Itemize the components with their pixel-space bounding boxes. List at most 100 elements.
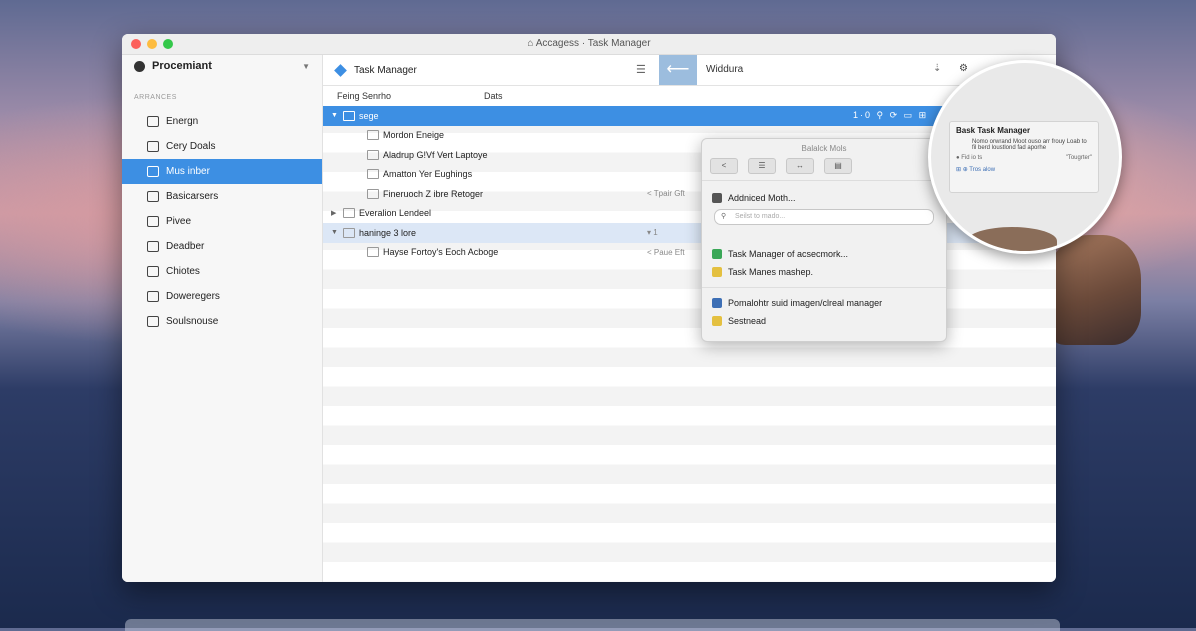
sidebar-item-label: Deadber	[166, 241, 205, 252]
sidebar-item[interactable]: Basicarsers	[122, 184, 322, 209]
popover-menu-item[interactable]: Pomalohtr suid imagen/clreal manager	[702, 294, 946, 312]
row-meta: ▾ 1	[647, 228, 658, 238]
popover-title: Balalck Mols	[801, 144, 847, 153]
popover-tool-button[interactable]: ☰	[748, 158, 776, 174]
popover-search-input[interactable]: ⚲ Seilst to mado...	[714, 209, 934, 225]
disclosure-triangle-icon[interactable]: ▶	[331, 209, 336, 217]
sidebar-item-label: Cery Doals	[166, 141, 216, 152]
sidebar-header-label: Procemiant	[152, 60, 212, 72]
search-icon: ⚲	[721, 213, 727, 220]
note-icon	[712, 267, 722, 277]
column-date[interactable]: Dats	[484, 91, 503, 101]
popover-tool-button[interactable]: ↔	[786, 158, 814, 174]
item-icon	[343, 110, 355, 121]
grid-icon	[712, 193, 722, 203]
row-meta: < Tpair Gft	[647, 189, 685, 199]
page-icon	[147, 266, 159, 277]
sidebar-item[interactable]: Soulsnouse	[122, 309, 322, 334]
sidebar-item[interactable]: Chiotes	[122, 259, 322, 284]
doc-icon	[147, 141, 159, 152]
search-field[interactable]: Widdura	[706, 64, 743, 75]
photo-icon	[147, 241, 159, 252]
actions-popover: Balalck Mols < ☰ ↔ ▤ Addniced Moth... ⚲ Sei…	[701, 138, 947, 342]
notification-panel: Bask Task Manager Nomo orwrand Moot ouso…	[949, 121, 1099, 193]
row-label: Mordon Eneige	[383, 130, 445, 141]
sidebar-header[interactable]: Procemiant ▼	[122, 55, 322, 77]
sidebar-item[interactable]: Doweregers	[122, 284, 322, 309]
popover-menu-item-label: Task Manager of acsecmork...	[728, 249, 849, 259]
notification-body: Nomo orwrand Moot ouso arr frouy Loab to…	[972, 139, 1087, 151]
popover-menu-item[interactable]: Task Manes mashep.	[702, 263, 946, 281]
row-label: Aladrup G!Vf Vert Laptoye	[383, 149, 488, 160]
notification-action-right[interactable]: "Tougrter"	[1066, 155, 1092, 161]
row-label: Everalion Lendeel	[359, 208, 432, 219]
sidebar-item-label: Pivee	[166, 216, 192, 227]
notification-action-left[interactable]: ● Fid io ts	[956, 155, 982, 161]
chevron-down-icon[interactable]: ▼	[302, 62, 310, 71]
item-icon	[367, 130, 379, 141]
item-icon	[367, 188, 379, 199]
disclosure-triangle-icon[interactable]: ▼	[331, 112, 338, 119]
popover-menu-item[interactable]: Task Manager of acsecmork...	[702, 245, 946, 263]
divider	[702, 287, 946, 288]
back-arrow-button[interactable]: ⟵	[659, 55, 697, 85]
row-action-icons[interactable]: 1·0 ⚲ ⟳ ▭ ⊞	[853, 110, 928, 121]
grid-icon	[147, 116, 159, 127]
sidebar-item[interactable]: Pivee	[122, 209, 322, 234]
sidebar-item[interactable]: Mus inber	[122, 159, 322, 184]
sidebar: Procemiant ▼ ARRANCES Energn Cery Doals Mu…	[122, 55, 323, 582]
popover-menu-item[interactable]: Sestnead	[702, 312, 946, 330]
magnifier-callout: Bask Task Manager Nomo orwrand Moot ouso…	[928, 60, 1122, 254]
popover-menu-item-label: Sestnead	[728, 316, 767, 326]
row-label: Hayse Fortoy's Eoch Acboge	[383, 247, 499, 258]
popover-toolbar: < ☰ ↔ ▤	[702, 153, 946, 181]
row-label: sege	[359, 110, 379, 121]
popover-menu-item[interactable]: Addniced Moth...	[702, 189, 946, 207]
popover-search-placeholder: Seilst to mado...	[735, 213, 786, 220]
sidebar-item-label: Energn	[166, 116, 199, 127]
sidebar-item[interactable]: Deadber	[122, 234, 322, 259]
item-icon	[367, 149, 379, 160]
app-icon	[134, 60, 145, 72]
popover-menu-item-label: Addniced Moth...	[728, 193, 796, 203]
check-icon	[147, 316, 159, 327]
sidebar-item-label: Soulsnouse	[166, 316, 219, 327]
sidebar-item-label: Doweregers	[166, 291, 220, 302]
sidebar-item-label: Mus inber	[166, 166, 210, 177]
column-name[interactable]: Feing Senrho	[337, 91, 391, 101]
list-icon	[147, 191, 159, 202]
row-label: Fineruoch Z ibre Retoger	[383, 188, 484, 199]
row-label: haninge 3 lore	[359, 227, 417, 238]
toolbar-title: Task Manager	[354, 64, 417, 76]
list-view-icon[interactable]: ☰	[636, 63, 646, 76]
sidebar-item[interactable]: Cery Doals	[122, 134, 322, 159]
sidebar-item-label: Chiotes	[166, 266, 200, 277]
sidebar-item[interactable]: Energn	[122, 109, 322, 134]
globe-icon	[712, 298, 722, 308]
star-icon	[712, 316, 722, 326]
sidebar-section-title: ARRANCES	[134, 94, 177, 101]
window-title: ⌂ Accagess · Task Manager	[527, 38, 651, 49]
row-meta: < Paue Eft	[647, 247, 685, 257]
notification-footer[interactable]: ⊞ ⊕ Tros alow	[956, 166, 1092, 173]
sidebar-item-label: Basicarsers	[166, 191, 219, 202]
toolbar: Task Manager ☰ ⟵ Widdura ⇣ ⚙	[323, 55, 1056, 86]
disclosure-triangle-icon[interactable]: ▼	[331, 229, 338, 236]
settings-icon[interactable]: ⚙	[959, 63, 968, 74]
item-icon	[367, 169, 379, 180]
desktop-rock	[967, 227, 1057, 251]
popover-tool-button[interactable]: ▤	[824, 158, 852, 174]
item-icon	[367, 247, 379, 258]
popover-tool-button[interactable]: <	[710, 158, 738, 174]
dock[interactable]	[125, 619, 1060, 631]
row-label: Amatton Yer Eughings	[383, 169, 473, 180]
notification-title: Bask Task Manager	[956, 126, 1031, 135]
title-bar[interactable]: ⌂ Accagess · Task Manager	[122, 34, 1056, 55]
download-icon[interactable]: ⇣	[933, 63, 941, 74]
popover-menu-item-label: Pomalohtr suid imagen/clreal manager	[728, 298, 883, 308]
check-icon	[712, 249, 722, 259]
popover-menu-item-label: Task Manes mashep.	[728, 267, 814, 277]
task-manager-icon	[334, 63, 347, 77]
folder-icon	[147, 291, 159, 302]
item-icon	[343, 227, 355, 238]
